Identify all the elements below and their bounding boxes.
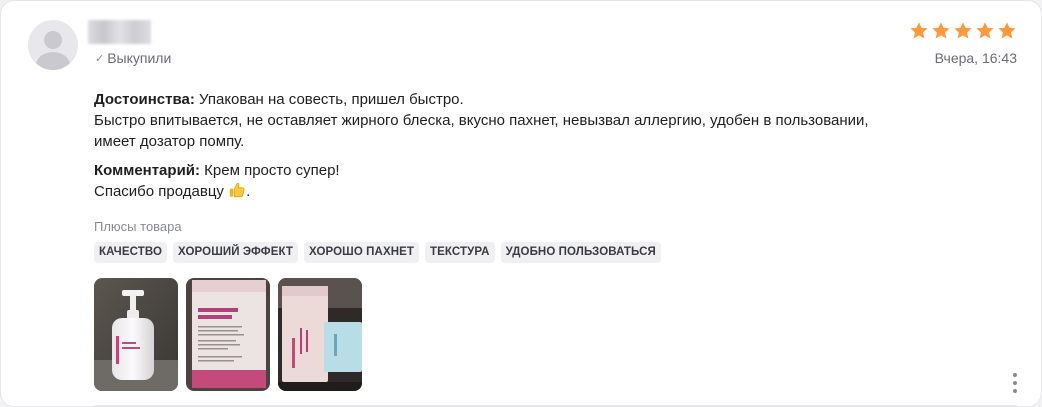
avatar-head — [44, 31, 62, 49]
advantages: Достоинства: Упакован на совесть, пришел… — [94, 89, 974, 152]
comment-line-2: Спасибо продавцу — [94, 183, 229, 200]
review-date: Вчера, 16:43 — [934, 50, 1017, 66]
pros-tag[interactable]: ХОРОШО ПАХНЕТ — [304, 242, 420, 263]
advantages-line-1: Упакован на совесть, пришел быстро. — [194, 91, 464, 108]
product-box-side-image — [278, 278, 362, 391]
product-box-image — [186, 278, 270, 391]
dot-icon — [1013, 381, 1017, 385]
purchase-status: ✓ Выкупили — [95, 50, 171, 66]
cream-pump-bottle-image — [94, 278, 178, 391]
rating-stars — [909, 21, 1017, 41]
comment-line-1: Крем просто супер! — [200, 162, 340, 179]
advantages-line-2: Быстро впитывается, не оставляет жирного… — [94, 112, 869, 129]
review-photo-3[interactable] — [278, 278, 362, 391]
comment-label: Комментарий: — [94, 162, 201, 179]
star-icon — [910, 22, 928, 39]
review-photo-1[interactable] — [94, 278, 178, 391]
purchase-status-label: Выкупили — [107, 50, 172, 66]
pros-title: Плюсы товара — [94, 219, 182, 234]
review-card: ✓ Выкупили Вчера, 16:43 Достоинства: Упа… — [0, 0, 1042, 407]
dot-icon — [1013, 373, 1017, 377]
avatar-body — [36, 52, 70, 70]
advantages-line-3: имеет дозатор помпу. — [94, 133, 245, 150]
check-icon: ✓ — [95, 52, 105, 65]
more-options-button[interactable] — [1010, 373, 1020, 393]
avatar — [28, 20, 78, 70]
review-text: Достоинства: Упакован на совесть, пришел… — [94, 89, 974, 210]
thumbs-up-icon — [229, 182, 245, 198]
divider — [94, 405, 1017, 406]
review-photo-2[interactable] — [186, 278, 270, 391]
pros-tags: КАЧЕСТВО ХОРОШИЙ ЭФФЕКТ ХОРОШО ПАХНЕТ ТЕ… — [94, 242, 661, 263]
pros-tag[interactable]: УДОБНО ПОЛЬЗОВАТЬСЯ — [500, 242, 661, 263]
pros-tag[interactable]: ХОРОШИЙ ЭФФЕКТ — [173, 242, 298, 263]
star-icon — [954, 22, 972, 39]
review-photos — [94, 278, 362, 391]
star-icon — [932, 22, 950, 39]
reviewer-name-blurred — [88, 20, 151, 44]
comment-end: . — [246, 183, 251, 200]
star-icon — [976, 22, 994, 39]
advantages-label: Достоинства: — [94, 91, 195, 108]
star-icon — [998, 22, 1016, 39]
comment: Комментарий: Крем просто супер! Спасибо … — [94, 160, 974, 202]
pros-tag[interactable]: КАЧЕСТВО — [94, 242, 168, 263]
dot-icon — [1013, 389, 1017, 393]
pros-tag[interactable]: ТЕКСТУРА — [425, 242, 495, 263]
